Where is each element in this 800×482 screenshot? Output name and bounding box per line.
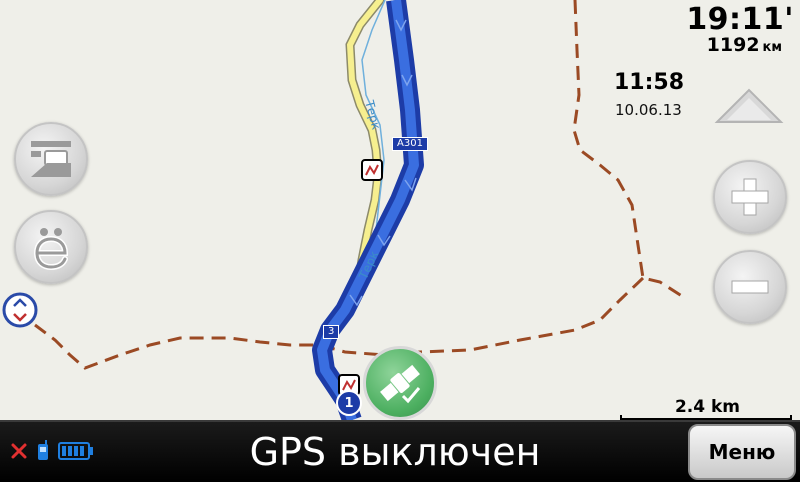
time-remaining: 19:11' xyxy=(686,2,794,37)
zoom-out-button[interactable] xyxy=(713,250,787,324)
distance-remaining: 1192 км xyxy=(707,34,782,56)
letter-yo-icon xyxy=(33,228,69,271)
map-view[interactable]: 1 A301 3 Терк Терк 19:11' 1192 км 11:58 1… xyxy=(0,0,800,420)
plus-icon xyxy=(731,178,769,216)
road-label-a301: A301 xyxy=(392,137,428,151)
route-point-marker[interactable]: 1 xyxy=(336,390,362,416)
clock: 11:58 xyxy=(614,70,685,95)
minus-icon xyxy=(731,280,769,294)
yo-letter-button[interactable] xyxy=(14,210,88,284)
map-scale-label: 2.4 km xyxy=(674,397,740,417)
speed-camera-icon xyxy=(31,141,71,177)
road-label-3: 3 xyxy=(323,325,340,339)
route-point-number: 1 xyxy=(344,395,354,411)
zoom-in-button[interactable] xyxy=(713,160,787,234)
gps-button[interactable] xyxy=(363,346,437,420)
status-bar: GPS выключен Меню xyxy=(0,420,800,482)
distance-unit: км xyxy=(762,40,782,55)
speed-camera-button[interactable] xyxy=(14,122,88,196)
date: 10.06.13 xyxy=(615,101,682,119)
satellite-icon xyxy=(380,364,421,404)
poi-marker-icon[interactable] xyxy=(361,159,383,181)
boundary-line xyxy=(572,0,686,300)
menu-button[interactable]: Меню xyxy=(688,424,796,480)
gps-status-text: GPS выключен xyxy=(249,430,541,474)
triangle-up-icon xyxy=(714,88,784,123)
distance-value: 1192 xyxy=(706,34,760,56)
scroll-up-button[interactable] xyxy=(713,86,785,126)
